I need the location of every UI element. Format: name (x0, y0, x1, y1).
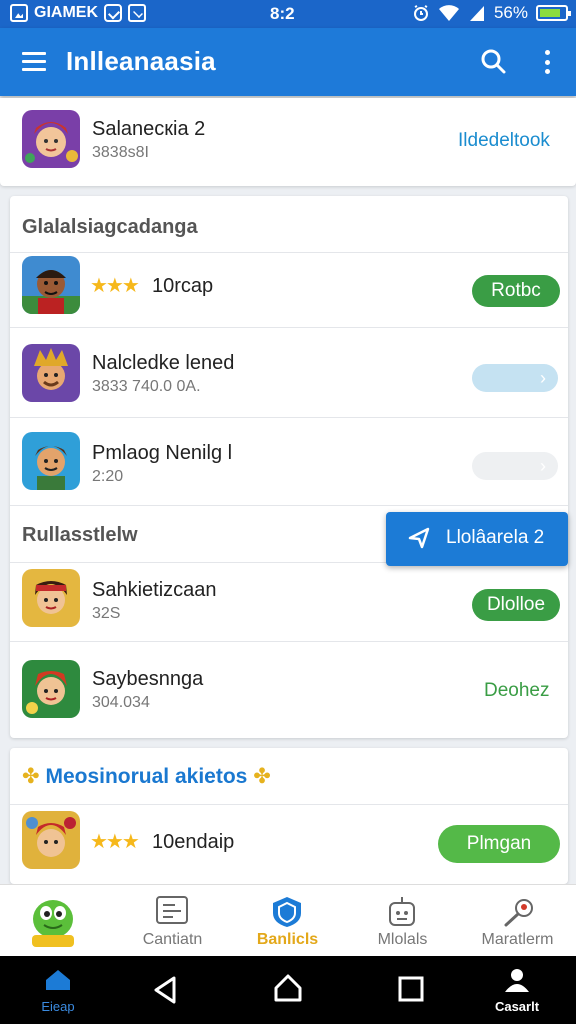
floating-action-button[interactable]: Llolâarela 2 (386, 512, 568, 566)
gold-ornament-icon: ✤ (22, 765, 40, 788)
search-icon[interactable] (480, 48, 506, 74)
game-avatar (22, 256, 80, 314)
status-app-name: GIAMEK (34, 4, 98, 21)
section-title: Rullasstlelw (22, 524, 138, 546)
account-button[interactable]: Casarlt (492, 968, 542, 1014)
image-notification-icon (10, 4, 28, 22)
shield-icon (273, 897, 301, 927)
battery-percent: 56% (493, 3, 528, 22)
game-name: 10endaip (152, 831, 235, 853)
game-avatar (22, 344, 80, 402)
game-sub: 32S (92, 605, 121, 622)
chevron-right-icon: › (540, 368, 546, 388)
section-title: ✤ Meosinorual akietos ✤ (22, 765, 271, 788)
send-icon (408, 527, 430, 549)
featured-sub: 3838s8I (92, 144, 149, 161)
star-rating: ★★★ (90, 275, 140, 297)
tab-label: Banlicls (256, 931, 319, 948)
status-bar: GIAMEK 8:2 56% (0, 0, 576, 28)
tab-label: Cantiatn (142, 931, 203, 948)
recommended-card: ✤ Meosinorual akietos ✤ ★★★ 10endaip Plm… (10, 748, 568, 884)
page-title: Inlleanaasia (66, 46, 216, 76)
game-sub: 3833 740.0 0A. (92, 378, 201, 395)
account-label: Casarlt (494, 999, 540, 1014)
menu-icon[interactable] (22, 52, 46, 71)
tab-banlicls[interactable]: Banlicls (230, 885, 345, 957)
list-item[interactable]: ★★★ 10endaip Plmgan (10, 804, 568, 884)
game-name: Pmlaog Nenilg l (92, 442, 233, 464)
status-time: 8:2 (270, 4, 295, 23)
action-button[interactable]: Dlolloe (472, 589, 560, 621)
game-avatar (22, 660, 80, 718)
action-button[interactable]: › (472, 452, 558, 480)
person-icon (505, 969, 529, 992)
wifi-icon (438, 5, 459, 21)
game-list-card: Glalalsiagcadanga ★★★ 10rcap Rotbc Nalcl… (10, 196, 568, 738)
signal-icon (469, 6, 484, 21)
game-avatar (22, 569, 80, 627)
mascot-icon (32, 900, 74, 947)
tab-label: Maratlerm (481, 931, 554, 948)
game-avatar (22, 811, 80, 869)
list-item[interactable]: Nalcledke lened 3833 740.0 0A. › (10, 328, 568, 418)
home-app-button[interactable]: Eieap (38, 968, 78, 1014)
search-person-icon (504, 899, 533, 927)
bottom-tab-bar: Cantiatn Banlicls Mlolals Maratlerm (0, 884, 576, 956)
chevron-right-icon: › (540, 456, 546, 476)
action-button[interactable]: Rotbc (472, 275, 560, 307)
game-sub: 2:20 (92, 468, 124, 485)
game-sub: 304.034 (92, 694, 150, 711)
tab-home[interactable] (0, 885, 115, 957)
gold-ornament-icon: ✤ (253, 765, 271, 788)
list-item[interactable]: Pmlaog Nenilg l 2:20 › (10, 418, 568, 506)
game-name: 10rcap (152, 275, 214, 297)
featured-avatar (22, 110, 80, 168)
home-icon (46, 970, 70, 990)
featured-action-link[interactable]: Ildedeltook (458, 130, 550, 152)
action-button[interactable]: Plmgan (438, 825, 560, 863)
game-name: Nalcledke lened (92, 352, 235, 374)
featured-name: Salanecкia 2 (92, 118, 206, 140)
tab-label: Mlolals (377, 931, 428, 948)
list-item[interactable]: Sahkietizcaan 32S Dlolloe (10, 562, 568, 642)
system-navigation-bar: Eieap Casarlt (0, 956, 576, 1024)
more-options-icon[interactable] (540, 48, 554, 76)
card-icon (156, 896, 188, 924)
home-label: Eieap (41, 999, 75, 1014)
floating-action-label: Llolâarela 2 (446, 527, 545, 548)
home-nav-icon[interactable] (274, 974, 302, 1002)
battery-icon (536, 5, 571, 21)
action-button[interactable]: › (472, 364, 558, 392)
app-bar: Inlleanaasia (0, 28, 576, 96)
chat-notification-icon (104, 4, 122, 22)
alarm-icon (413, 5, 428, 21)
star-rating: ★★★ (90, 831, 140, 853)
action-link[interactable]: Deohez (484, 680, 550, 702)
game-avatar (22, 432, 80, 490)
game-name: Sahkietizcaan (92, 579, 217, 601)
list-item[interactable]: ★★★ 10rcap Rotbc (10, 252, 568, 328)
list-item[interactable]: Saybesnnga 304.034 Deohez (10, 642, 568, 738)
back-icon[interactable] (152, 976, 178, 1004)
recents-icon[interactable] (398, 976, 424, 1002)
game-name: Saybesnnga (92, 668, 204, 690)
tab-cantiatn[interactable]: Cantiatn (115, 885, 230, 957)
mail-notification-icon (128, 4, 146, 22)
robot-icon (389, 897, 415, 926)
tab-maratlerm[interactable]: Maratlerm (460, 885, 575, 957)
tab-mlolals[interactable]: Mlolals (345, 885, 460, 957)
section-title: Glalalsiagcadanga (22, 216, 198, 238)
featured-card[interactable]: Salanecкia 2 3838s8I Ildedeltook (0, 98, 576, 186)
